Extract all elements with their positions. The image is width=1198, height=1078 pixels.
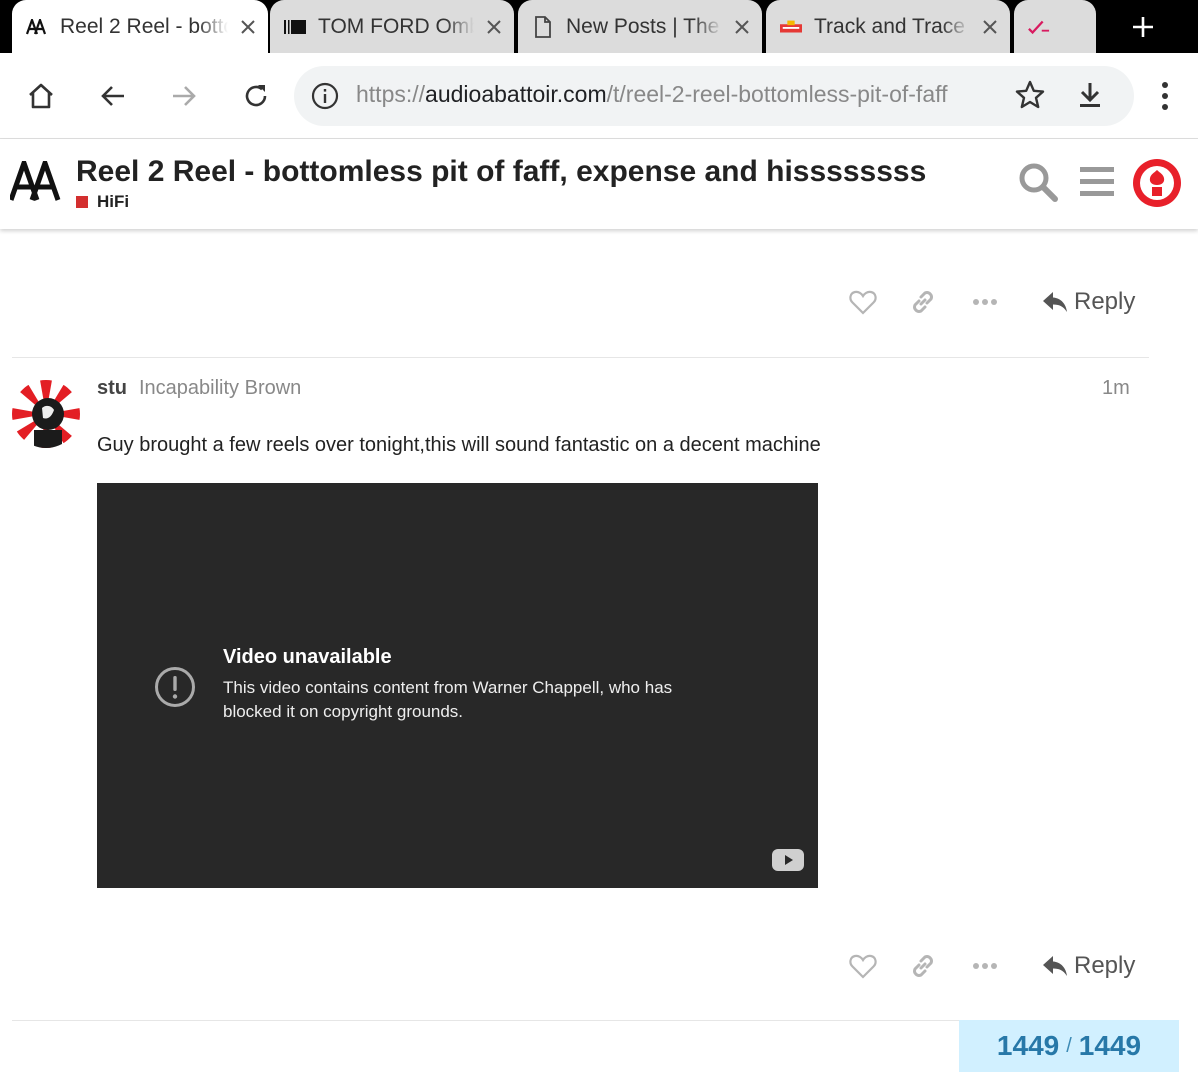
post-meta: stu Incapability Brown [97,377,301,400]
more-options-icon[interactable] [968,282,1002,322]
forward-arrow-icon[interactable] [165,77,203,115]
post-author-avatar[interactable] [12,380,80,448]
tab-title: Reel 2 Reel - bottomless pit of faff [60,14,228,38]
tab-track-and-trace[interactable]: Track and Trace [766,0,1010,53]
reply-label: Reply [1074,288,1136,315]
url-bar[interactable]: https://audioabattoir.com/t/reel-2-reel-… [294,66,1134,126]
site-info-icon[interactable] [310,81,340,116]
progress-current: 1449 [996,1030,1060,1061]
tab-title: Track and Trace [814,14,965,38]
new-tab-button[interactable] [1126,10,1160,44]
category-badge[interactable]: HiFi [76,192,129,212]
check-logo-icon [1028,16,1050,38]
post-actions: Reply [846,946,1146,986]
url-host: audioabattoir.com [425,81,607,107]
tab-new-posts[interactable]: New Posts | The [518,0,762,53]
browser-menu-icon[interactable] [1146,77,1184,115]
tab-close-icon[interactable] [474,19,514,35]
hamburger-menu-icon[interactable] [1078,165,1116,204]
tab-close-icon[interactable] [722,19,762,35]
tab-close-icon[interactable] [228,19,268,35]
reload-icon[interactable] [237,77,275,115]
browser-toolbar: https://audioabattoir.com/t/reel-2-reel-… [0,53,1198,139]
youtube-logo-icon[interactable] [772,849,804,876]
video-unavailable-title: Video unavailable [223,646,392,668]
tab-title: TOM FORD Ombre Leather [318,14,474,38]
more-options-icon[interactable] [968,946,1002,986]
reply-label: Reply [1074,952,1136,979]
post-user-title: Incapability Brown [139,377,302,399]
user-avatar[interactable] [1133,159,1181,207]
tab-tom-ford[interactable]: TOM FORD Ombre Leather [270,0,514,53]
reply-button[interactable]: Reply [1042,946,1135,986]
progress-separator: / [1066,1034,1072,1057]
home-icon[interactable] [22,77,60,115]
like-heart-icon[interactable] [846,282,880,322]
aa-logo-icon [26,16,48,38]
download-icon[interactable] [1074,79,1106,116]
video-unavailable-message: This video contains content from Warner … [223,678,673,721]
category-swatch [76,196,88,208]
post-body-text: Guy brought a few reels over tonight,thi… [97,434,821,456]
post-divider [12,357,1149,358]
topic-title[interactable]: Reel 2 Reel - bottomless pit of faff, ex… [76,155,926,189]
category-name: HiFi [97,192,130,211]
search-icon[interactable] [1017,161,1059,208]
tab-strip: Reel 2 Reel - bottomless pit of faff TOM… [0,0,1198,53]
tab-close-icon[interactable] [970,19,1010,35]
back-arrow-icon[interactable] [94,77,132,115]
barcode-icon [284,16,306,38]
alert-circle-icon [154,666,196,713]
post-actions-previous: Reply [846,282,1146,322]
site-header: Reel 2 Reel - bottomless pit of faff, ex… [0,139,1198,229]
embedded-video[interactable]: Video unavailable This video contains co… [97,483,818,888]
like-heart-icon[interactable] [846,946,880,986]
url-scheme: https:// [356,81,426,107]
url-text[interactable]: https://audioabattoir.com/t/reel-2-reel-… [356,81,1004,108]
site-logo[interactable] [8,155,66,201]
progress-total: 1449 [1078,1030,1142,1061]
link-icon[interactable] [906,946,940,986]
document-icon [532,15,554,38]
topic-progress[interactable]: 1449 / 1449 [959,1020,1179,1072]
tab-reel-2-reel[interactable]: Reel 2 Reel - bottomless pit of faff [12,0,268,53]
url-path: /t/reel-2-reel-bottomless-pit-of-faff [606,81,948,107]
royal-mail-icon [780,16,802,38]
reply-arrow-icon [1043,956,1067,976]
reply-arrow-icon [1043,292,1067,312]
tab-unnamed[interactable] [1014,0,1096,53]
tab-title: New Posts | The [566,14,720,38]
bookmark-star-icon[interactable] [1014,79,1046,116]
post-username[interactable]: stu [97,377,127,400]
post-date[interactable]: 1m [1102,377,1130,400]
reply-button[interactable]: Reply [1042,282,1135,322]
link-icon[interactable] [906,282,940,322]
